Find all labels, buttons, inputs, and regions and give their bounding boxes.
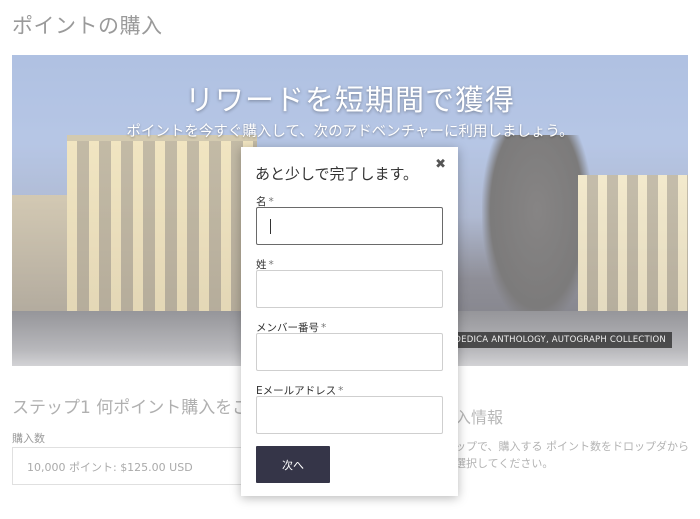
signup-modal: あと少しで完了します。 ✖ 名 * 姓 * メンバー番号 * Eメールアドレス * 次へ [241, 147, 458, 496]
text-caret [270, 219, 271, 234]
email-input[interactable] [256, 396, 443, 434]
member-number-input[interactable] [256, 333, 443, 371]
modal-title: あと少しで完了します。 [255, 165, 419, 183]
first-name-input[interactable] [256, 207, 443, 245]
last-name-input[interactable] [256, 270, 443, 308]
next-button[interactable]: 次へ [256, 446, 330, 483]
close-icon[interactable]: ✖ [435, 157, 446, 172]
